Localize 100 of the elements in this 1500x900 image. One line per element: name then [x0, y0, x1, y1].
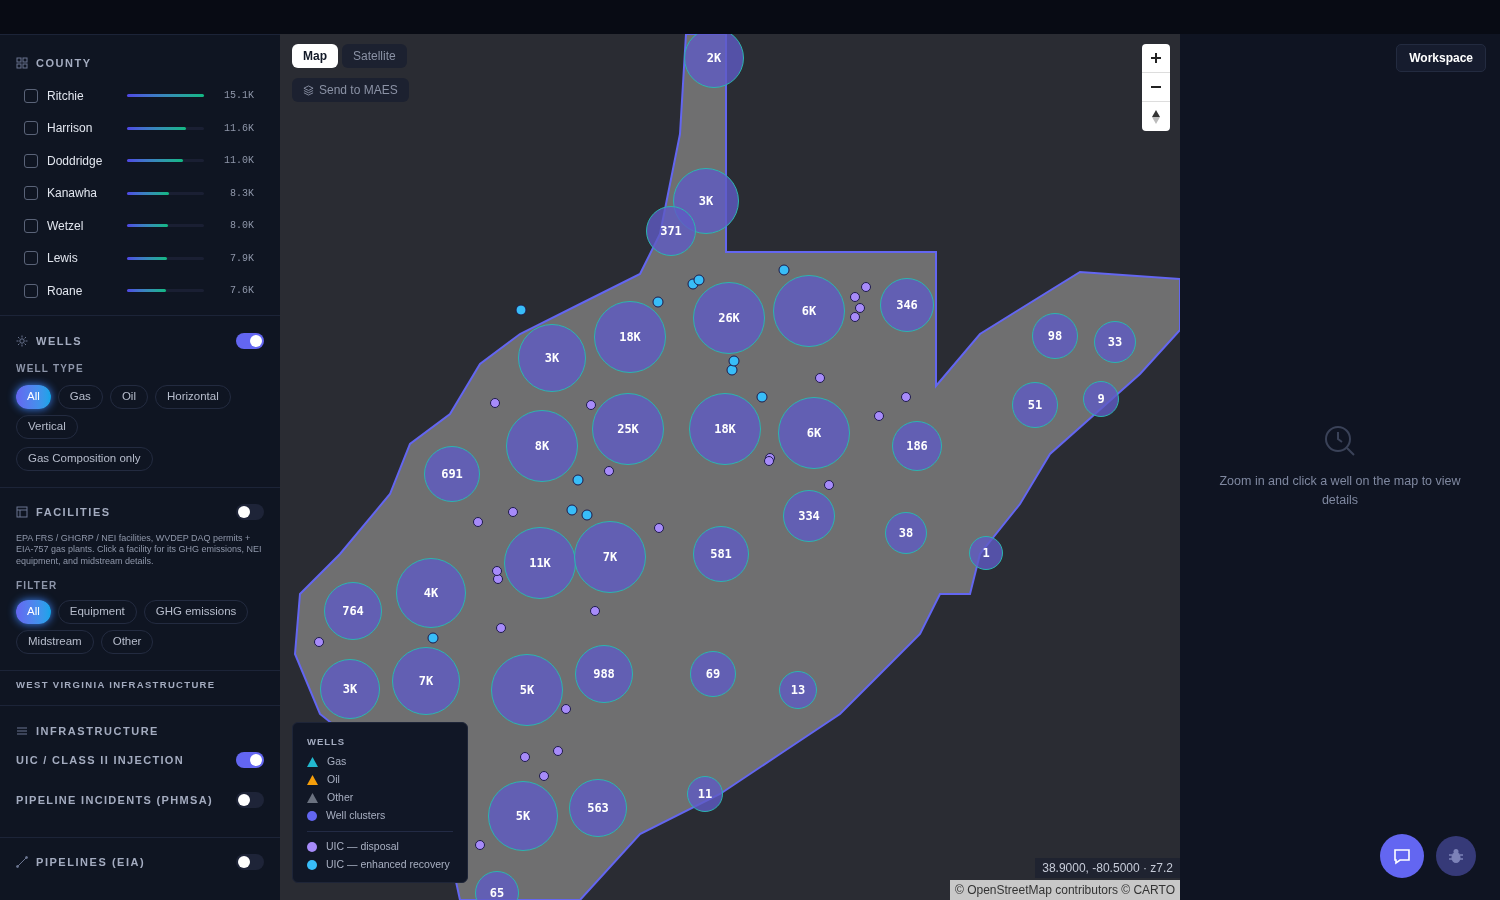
enhanced-recovery-point[interactable] [515, 304, 527, 316]
checkbox[interactable] [24, 218, 38, 233]
count-value: 7.9K [230, 251, 255, 266]
empty-state-message: Zoom in and click a well on the map to view details [1218, 473, 1462, 509]
section-title: FACILITIES [36, 505, 111, 520]
disposal-point[interactable] [508, 507, 518, 517]
layer-label: UIC / CLASS II INJECTION [16, 752, 184, 768]
disposal-point[interactable] [561, 704, 571, 714]
checkbox[interactable] [24, 251, 38, 265]
disposal-point[interactable] [539, 771, 549, 781]
county-name[interactable]: Wetzel [47, 216, 127, 235]
send-button[interactable]: Send to MAES [292, 78, 409, 102]
legend-title: WELLS [307, 735, 346, 749]
enhanced-recovery-point[interactable] [778, 264, 790, 276]
disposal-point[interactable] [654, 523, 664, 533]
toggle-switch[interactable] [236, 853, 264, 870]
disposal-point[interactable] [553, 746, 563, 756]
legend-label: Well clusters [326, 808, 386, 824]
table-icon [16, 506, 28, 519]
coordinates-readout: 38.9000, -80.5000 · z7.2 [1035, 858, 1180, 878]
checkbox[interactable] [24, 121, 38, 135]
disposal-point[interactable] [493, 574, 503, 584]
line-icon [16, 855, 28, 868]
section-title: PIPELINES (EIA) [36, 854, 146, 870]
disposal-point[interactable] [314, 637, 324, 647]
enhanced-recovery-point[interactable] [693, 274, 705, 286]
enhanced-recovery-point[interactable] [652, 296, 664, 308]
disposal-point[interactable] [590, 606, 600, 616]
legend-label: Oil [327, 772, 340, 788]
toggle-switch[interactable] [236, 332, 264, 349]
enhanced-recovery-point[interactable] [566, 504, 578, 516]
disposal-point[interactable] [815, 373, 825, 383]
section-title: INFRASTRUCTURE [36, 724, 159, 739]
county-name[interactable]: Doddridge [47, 151, 127, 170]
enhanced-recovery-point[interactable] [581, 509, 593, 521]
disposal-point[interactable] [824, 480, 834, 490]
toggle-switch[interactable] [236, 792, 264, 809]
plus-icon [1150, 52, 1162, 64]
disposal-point[interactable] [490, 398, 500, 408]
disposal-point[interactable] [586, 400, 596, 410]
disposal-point[interactable] [473, 517, 483, 527]
legend-label: Other [327, 790, 354, 806]
county-name[interactable]: Lewis [47, 249, 127, 267]
county-name[interactable]: Roane [47, 281, 127, 300]
description-text: EPA FRS / GHGRP / NEI facilities, WVDEP DAQ permits + EIA-757 gas plants. Click a facility for its GHG emissions, NEI equipment, and midstream details. [16, 532, 263, 567]
count-value: 8.0K [230, 219, 255, 233]
disposal-point[interactable] [496, 623, 506, 633]
section-title: COUNTY [36, 56, 92, 71]
count-value: 7.6K [230, 284, 255, 298]
chat-button[interactable] [1380, 834, 1424, 878]
sun-icon [16, 334, 28, 347]
legend-label: UIC — disposal [326, 839, 399, 855]
legend-label: Gas [327, 754, 347, 770]
disposal-point[interactable] [475, 840, 485, 850]
filter-label: WELL TYPE [16, 362, 85, 376]
map-tab[interactable]: Satellite [342, 44, 407, 68]
filter-chip[interactable]: All [16, 600, 51, 624]
enhanced-recovery-point[interactable] [728, 355, 740, 367]
disposal-point[interactable] [874, 411, 884, 421]
enhanced-recovery-point[interactable] [572, 474, 584, 486]
disposal-point[interactable] [764, 456, 774, 466]
disposal-point[interactable] [850, 312, 860, 322]
count-value: 11.6K [224, 121, 255, 136]
disposal-point[interactable] [520, 752, 530, 762]
disposal-point[interactable] [604, 466, 614, 476]
toggle-switch[interactable] [236, 504, 264, 521]
disposal-point[interactable] [901, 392, 911, 402]
layer-label: PIPELINE INCIDENTS (PHMSA) [16, 793, 213, 808]
checkbox[interactable] [24, 283, 38, 298]
checkbox[interactable] [24, 153, 38, 168]
disposal-point[interactable] [850, 292, 860, 302]
menu-icon [16, 725, 28, 738]
enhanced-recovery-point[interactable] [726, 364, 738, 376]
toggle-switch[interactable] [236, 751, 264, 768]
enhanced-recovery-point[interactable] [427, 632, 439, 644]
filter-label: FILTER [16, 579, 59, 593]
compass-icon [1151, 108, 1161, 125]
count-value: 8.3K [230, 186, 255, 201]
map-attribution: © OpenStreetMap contributors © CARTO [950, 880, 1180, 900]
grid-icon [16, 57, 28, 70]
chat-icon [1392, 846, 1412, 866]
count-value: 11.0K [224, 154, 255, 168]
checkbox[interactable] [24, 186, 38, 200]
disposal-point[interactable] [861, 282, 871, 292]
map-tab[interactable]: Map [292, 44, 338, 68]
county-name[interactable]: Harrison [47, 119, 127, 137]
count-value: 15.1K [224, 89, 255, 103]
county-name[interactable]: Kanawha [47, 184, 127, 202]
county-name[interactable]: Ritchie [47, 86, 127, 105]
section-title: WELLS [36, 333, 83, 349]
workspace-button[interactable]: Workspace [1396, 44, 1486, 72]
cluster-marker[interactable]: 2K [684, 34, 744, 88]
section-heading: WEST VIRGINIA INFRASTRUCTURE [16, 678, 217, 692]
search-icon [1323, 424, 1357, 458]
bug-button[interactable] [1436, 836, 1476, 876]
checkbox[interactable] [24, 88, 38, 103]
disposal-point[interactable] [492, 566, 502, 576]
disposal-point[interactable] [855, 303, 865, 313]
enhanced-recovery-point[interactable] [756, 391, 768, 403]
filter-chip[interactable]: All [16, 385, 51, 409]
